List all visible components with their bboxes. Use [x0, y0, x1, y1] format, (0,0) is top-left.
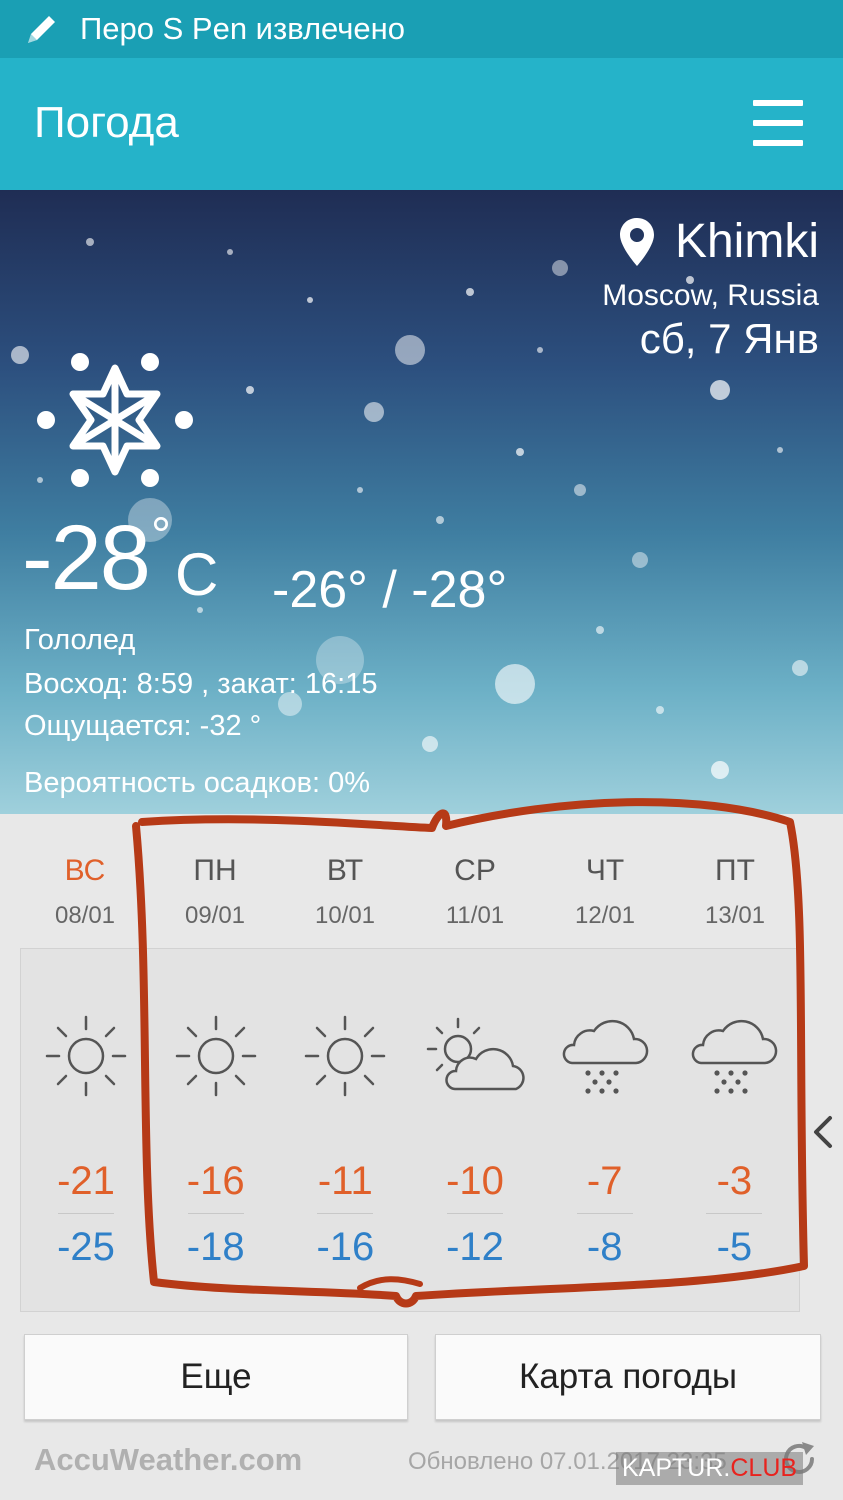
watermark-club: CLUB	[730, 1454, 798, 1482]
forecast-day[interactable]: -10 -12	[410, 949, 540, 1311]
day-date: 10/01	[314, 902, 376, 929]
sun-icon	[300, 1011, 390, 1101]
temp-divider	[447, 1213, 504, 1214]
chevron-left-icon[interactable]	[808, 1112, 836, 1152]
low-temp: -18	[186, 1225, 245, 1269]
status-text: Перо S Pen извлечено	[80, 11, 406, 46]
day-name: СР	[454, 854, 496, 887]
more-button[interactable]: Еще	[24, 1334, 408, 1420]
temp-divider	[576, 1213, 633, 1214]
sunrise-sunset: Восход: 8:59 , закат: 16:15	[24, 668, 378, 700]
footer: AccuWeather.com Обновлено 07.01.2017 23:…	[0, 1428, 843, 1500]
degree-sign: °	[150, 507, 171, 563]
temp-divider	[58, 1213, 114, 1214]
forecast-day[interactable]: -3 -5	[669, 949, 799, 1311]
low-temp: -16	[316, 1225, 375, 1269]
current-weather-panel: Khimki Moscow, Russia сб, 7 Янв -28 ° C …	[0, 190, 843, 814]
city-name: Khimki	[674, 215, 819, 268]
day-date: 13/01	[704, 902, 766, 929]
day-date: 11/01	[445, 902, 505, 929]
temperature-value: -28	[22, 507, 151, 609]
accuweather-logo[interactable]: AccuWeather.com	[34, 1442, 302, 1478]
forecast-day-header[interactable]: ПТ 13/01	[670, 814, 800, 948]
forecast-days-header: ВС 08/01 ПН 09/01 ВТ 10/01 СР 11/01 ЧТ 1…	[20, 814, 800, 948]
current-date: сб, 7 Янв	[639, 315, 819, 362]
high-temp: -21	[57, 1159, 115, 1203]
day-date: 09/01	[184, 902, 246, 929]
location-block: Khimki Moscow, Russia сб, 7 Янв	[602, 214, 819, 363]
day-date: 12/01	[574, 902, 636, 929]
low-temp: -25	[57, 1225, 115, 1269]
pen-icon	[28, 16, 55, 43]
temperature-unit: C	[174, 541, 219, 608]
forecast-day[interactable]: -21 -25	[21, 949, 151, 1311]
high-temp: -10	[446, 1159, 504, 1203]
forecast-day[interactable]: -7 -8	[540, 949, 670, 1311]
day-name: ПТ	[715, 854, 755, 887]
day-name: ЧТ	[585, 854, 625, 887]
location-pin-icon	[619, 217, 654, 266]
high-temp: -11	[317, 1159, 373, 1203]
watermark-main: KAPTUR.	[622, 1454, 731, 1482]
sun-icon	[41, 1011, 131, 1101]
hamburger-menu-icon[interactable]	[753, 100, 803, 146]
forecast-day-header[interactable]: ПН 09/01	[150, 814, 280, 948]
feels-like: Ощущается: -32 °	[24, 710, 262, 742]
low-temp: -8	[586, 1225, 623, 1269]
temp-divider	[706, 1213, 763, 1214]
forecast-panel: -21 -25 -16 -18 -11 -16 -10 -12 -7 -8 -3…	[20, 948, 800, 1312]
day-date: 08/01	[54, 902, 116, 929]
day-name: ВТ	[326, 854, 364, 887]
temperature-range: -26° / -28°	[272, 561, 508, 619]
forecast-day-header[interactable]: ВС 08/01	[20, 814, 150, 948]
forecast-day-header[interactable]: СР 11/01	[410, 814, 540, 948]
day-name: ПН	[193, 854, 237, 887]
daily-forecast: ВС 08/01 ПН 09/01 ВТ 10/01 СР 11/01 ЧТ 1…	[20, 814, 800, 1312]
temp-divider	[187, 1213, 244, 1214]
app-title: Погода	[34, 98, 179, 147]
region-name: Moscow, Russia	[602, 279, 819, 312]
low-temp: -12	[446, 1225, 504, 1269]
forecast-day-header[interactable]: ВТ 10/01	[280, 814, 410, 948]
weather-map-button[interactable]: Карта погоды	[435, 1334, 821, 1420]
high-temp: -7	[586, 1159, 623, 1203]
forecast-day-header[interactable]: ЧТ 12/01	[540, 814, 670, 948]
sun-icon	[171, 1011, 261, 1101]
day-name: ВС	[64, 854, 106, 887]
current-temperature: -28 ° C	[22, 507, 219, 609]
snow-cloud-icon	[689, 1011, 779, 1101]
snow-cloud-icon	[560, 1011, 650, 1101]
forecast-day[interactable]: -16 -18	[151, 949, 281, 1311]
low-temp: -5	[716, 1225, 753, 1269]
status-bar: Перо S Pen извлечено	[0, 0, 843, 58]
partly-cloudy-icon	[420, 1011, 530, 1101]
precipitation-chance: Вероятность осадков: 0%	[24, 767, 371, 799]
high-temp: -3	[716, 1159, 753, 1203]
high-temp: -16	[186, 1159, 245, 1203]
watermark: KAPTUR.CLUB	[616, 1452, 804, 1485]
app-bar: Погода	[0, 58, 843, 190]
snowflake-icon	[37, 353, 193, 487]
condition-text: Гололед	[24, 624, 136, 656]
temp-divider	[317, 1213, 374, 1214]
forecast-day[interactable]: -11 -16	[280, 949, 410, 1311]
